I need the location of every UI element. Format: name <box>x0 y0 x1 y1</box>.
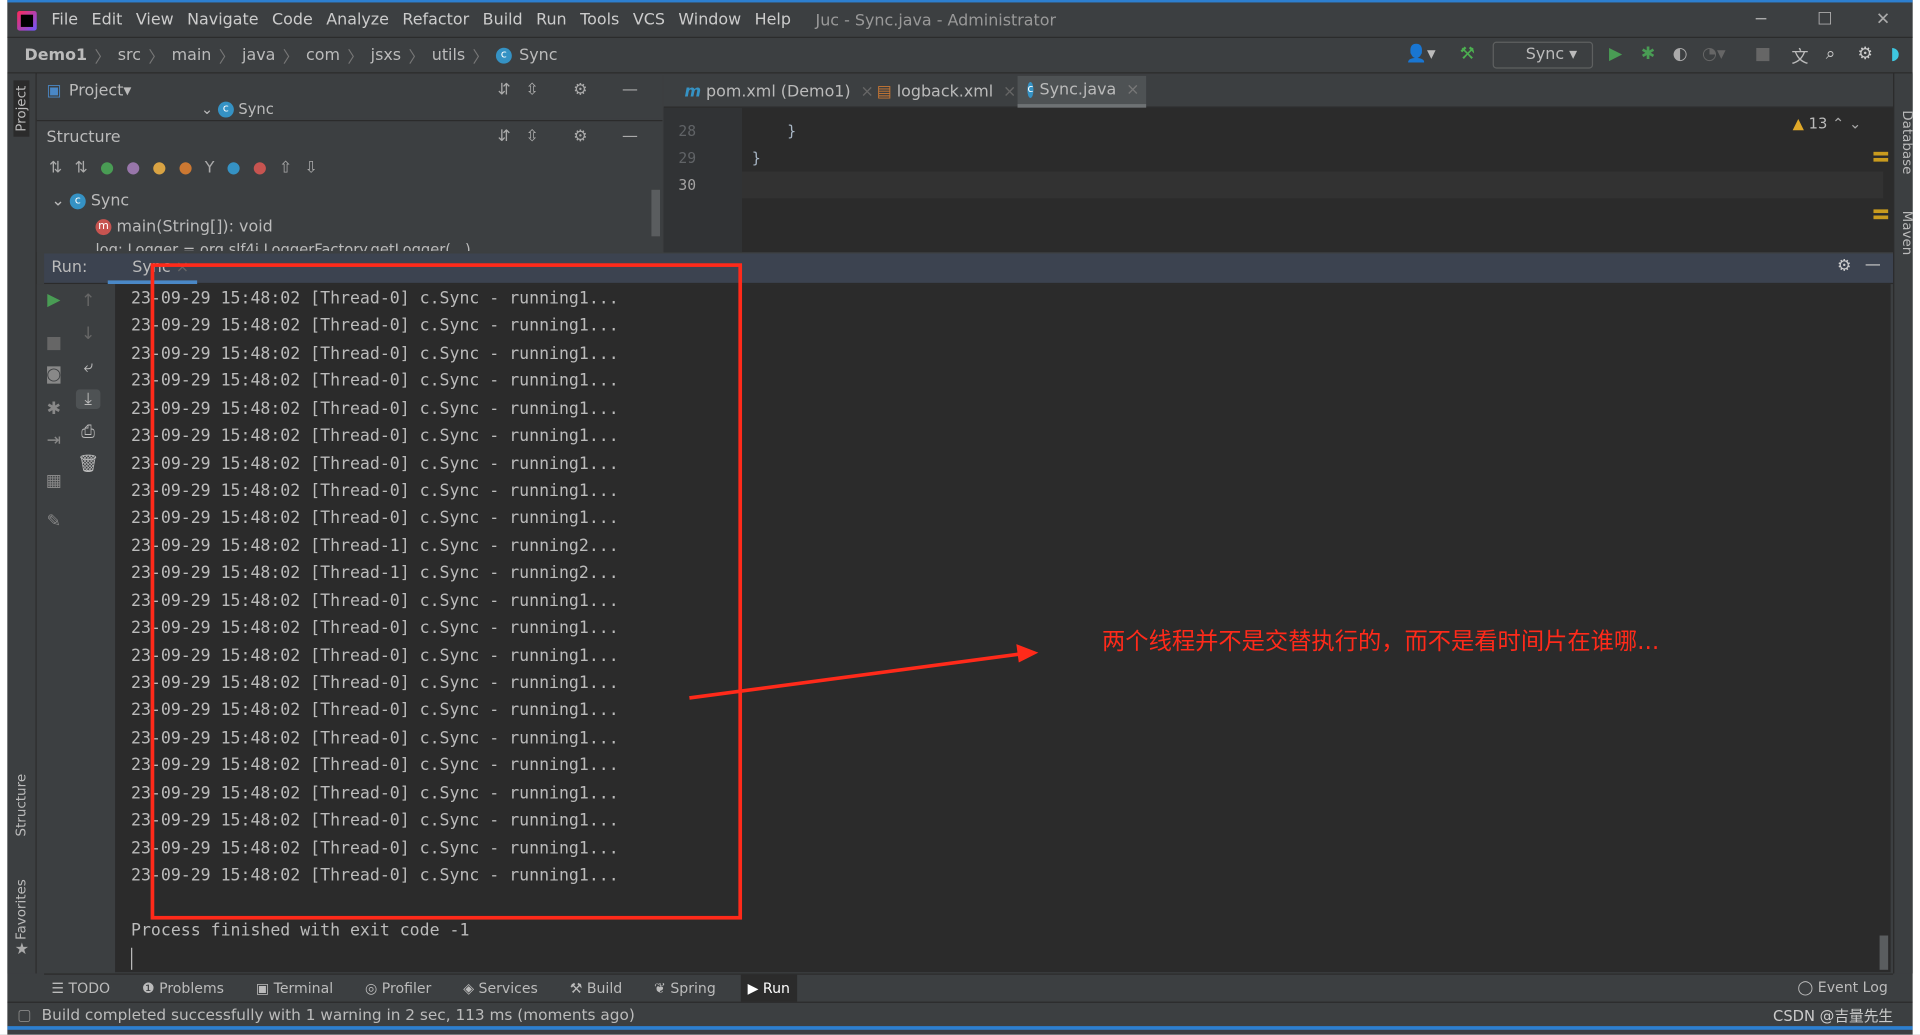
status-bar: ▢ Build completed successfully with 1 war… <box>7 1001 1913 1026</box>
arrow-head <box>1016 644 1039 663</box>
tool-tab-build[interactable]: ⚒ Build <box>562 975 629 1002</box>
services-icon: ◈ <box>463 979 479 997</box>
tool-tab-todo[interactable]: ☰ TODO <box>44 975 117 1002</box>
problems-icon: ❶ <box>141 979 160 997</box>
bottom-tool-tabs: ☰ TODO ❶ Problems ▣ Terminal ◎ Profiler ◈ Se… <box>44 973 1894 1002</box>
terminal-icon: ▣ <box>255 979 274 997</box>
tool-tab-problems[interactable]: ❶ Problems <box>135 975 232 1002</box>
tool-tab-services[interactable]: ◈ Services <box>456 975 545 1002</box>
todo-icon: ☰ <box>51 979 69 997</box>
watermark: CSDN @吉量先生 <box>1773 1007 1894 1025</box>
tool-tab-terminal[interactable]: ▣ Terminal <box>248 975 340 1002</box>
status-icon: ▢ <box>17 1005 32 1024</box>
tool-tab-profiler[interactable]: ◎ Profiler <box>358 975 439 1002</box>
annotation-arrow <box>689 644 1039 700</box>
status-text: Build completed successfully with 1 warn… <box>41 1005 635 1024</box>
event-log-button[interactable]: ◯ Event Log <box>1798 978 1888 995</box>
ide-window: File Edit View Navigate Code Analyze Refactor B… <box>0 0 1920 1035</box>
spring-icon: ❦ <box>654 979 671 997</box>
annotation-text: 两个线程并不是交替执行的，而不是看时间片在谁哪... <box>1102 628 1660 656</box>
build-icon: ⚒ <box>569 979 587 997</box>
tool-tab-run[interactable]: ▶ Run <box>740 974 798 1002</box>
run-icon: ▶ <box>747 979 763 997</box>
tool-tab-spring[interactable]: ❦ Spring <box>647 975 723 1002</box>
arrow-line <box>689 652 1022 700</box>
window-border <box>7 1026 1913 1030</box>
profiler-icon: ◎ <box>364 979 382 997</box>
